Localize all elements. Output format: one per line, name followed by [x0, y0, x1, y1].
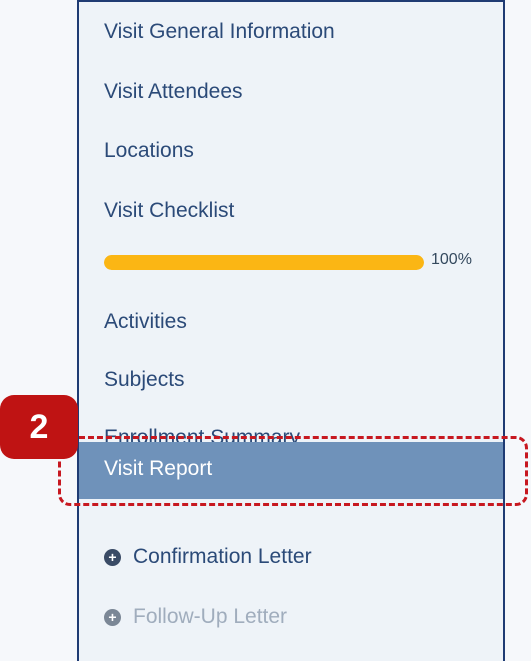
- visit-sidebar: Visit General Information Visit Attendee…: [77, 0, 505, 661]
- progress-track: [104, 255, 424, 270]
- progress-percent-label: 100%: [431, 251, 472, 268]
- sidebar-item-subjects[interactable]: Subjects: [104, 368, 185, 392]
- sidebar-item-visit-attendees[interactable]: Visit Attendees: [104, 80, 243, 104]
- follow-up-letter-label: Follow-Up Letter: [133, 605, 288, 628]
- confirmation-letter-label: Confirmation Letter: [133, 545, 312, 568]
- plus-circle-icon: +: [104, 548, 121, 566]
- plus-circle-icon: +: [104, 608, 121, 626]
- sidebar-item-visit-checklist[interactable]: Visit Checklist: [104, 199, 234, 223]
- sidebar-item-visit-general-information[interactable]: Visit General Information: [104, 20, 335, 44]
- stage: Visit General Information Visit Attendee…: [0, 0, 531, 661]
- sidebar-item-visit-report-label: Visit Report: [104, 457, 213, 480]
- sidebar-item-activities[interactable]: Activities: [104, 310, 187, 334]
- step-number-badge: 2: [0, 395, 78, 459]
- checklist-progress: 100%: [104, 251, 484, 273]
- follow-up-letter-link[interactable]: + Follow-Up Letter: [104, 605, 287, 629]
- sidebar-item-visit-report[interactable]: Visit Report: [79, 442, 503, 499]
- sidebar-item-locations[interactable]: Locations: [104, 139, 194, 163]
- confirmation-letter-link[interactable]: + Confirmation Letter: [104, 545, 312, 569]
- progress-fill: [104, 255, 424, 270]
